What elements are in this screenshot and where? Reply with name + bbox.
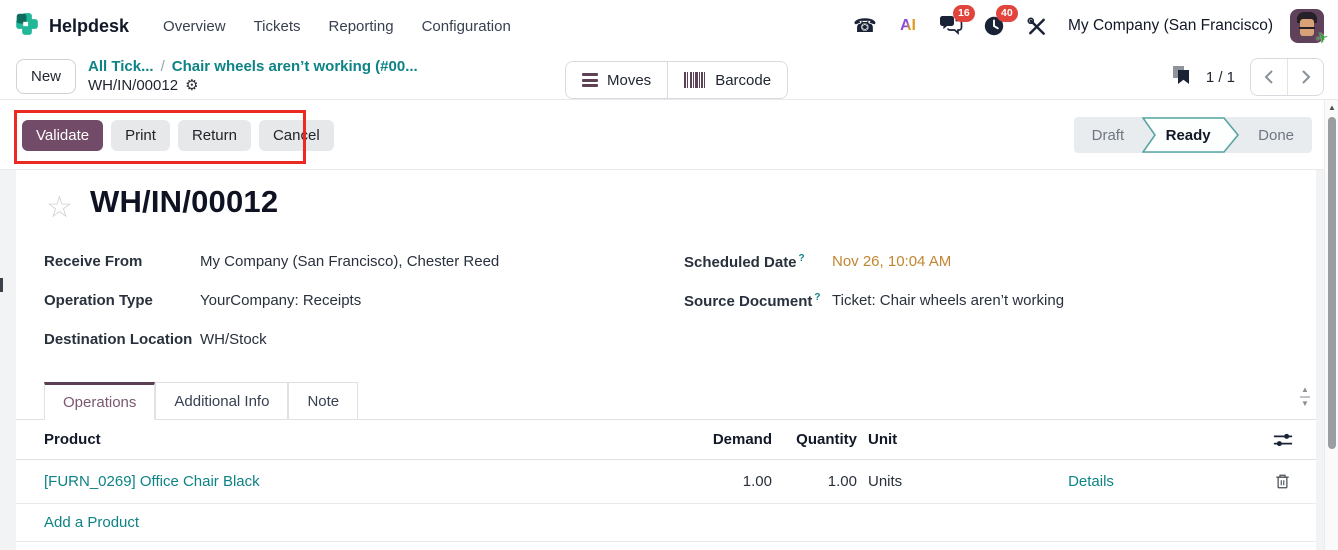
fields-right-column: Scheduled Date? Nov 26, 10:04 AM Source … — [684, 242, 1304, 320]
chevron-left-icon — [1264, 70, 1274, 84]
scrollbar-thumb[interactable] — [1328, 117, 1336, 449]
main-menu: Overview Tickets Reporting Configuration — [151, 11, 523, 42]
pager — [1250, 58, 1324, 96]
tab-operations[interactable]: Operations — [44, 382, 155, 420]
operations-table-header: Product Demand Quantity Unit — [16, 420, 1316, 460]
quantity-cell[interactable]: 1.00 — [776, 460, 857, 503]
activities-icon[interactable]: 40 — [980, 11, 1008, 41]
form-status-bar: Validate Print Return Cancel Draft Ready… — [0, 100, 1338, 170]
destination-location-value[interactable]: WH/Stock — [200, 331, 267, 348]
messages-badge: 16 — [953, 5, 975, 22]
trash-icon — [1275, 473, 1290, 490]
product-link[interactable]: [FURN_0269] Office Chair Black — [44, 473, 260, 490]
user-avatar[interactable]: ✈ — [1290, 9, 1324, 43]
breadcrumb-all-tickets[interactable]: All Tick... — [88, 57, 154, 76]
column-header-unit: Unit — [868, 420, 998, 459]
demand-cell[interactable]: 1.00 — [656, 460, 772, 503]
menu-overview[interactable]: Overview — [151, 11, 238, 42]
unit-cell: Units — [868, 460, 998, 503]
tab-additional-info[interactable]: Additional Info — [155, 382, 288, 419]
barcode-icon — [684, 72, 706, 88]
pager-value[interactable]: 1 / 1 — [1206, 69, 1235, 86]
column-header-quantity: Quantity — [776, 420, 857, 459]
vertical-scrollbar[interactable]: ▲ — [1324, 100, 1338, 550]
receive-from-value[interactable]: My Company (San Francisco), Chester Reed — [200, 253, 499, 270]
help-tooltip-icon: ? — [814, 292, 820, 303]
operation-type-label: Operation Type — [44, 292, 200, 309]
destination-location-label: Destination Location — [44, 331, 200, 348]
debug-tools-icon[interactable] — [1023, 11, 1051, 41]
helpdesk-logo-icon — [14, 11, 40, 41]
notebook-scroll-widget: ▲ ▼ — [1298, 386, 1312, 408]
menu-configuration[interactable]: Configuration — [410, 11, 523, 42]
return-button[interactable]: Return — [178, 120, 251, 151]
add-line-row: Add a Product — [16, 504, 1316, 542]
breadcrumb-current-record: WH/IN/00012 — [88, 76, 178, 95]
optional-columns-icon[interactable] — [1268, 420, 1298, 459]
scroll-down-icon[interactable]: ▼ — [1301, 400, 1309, 408]
column-header-demand: Demand — [656, 420, 772, 459]
status-step-draft[interactable]: Draft — [1074, 127, 1143, 144]
details-link[interactable]: Details — [1068, 473, 1114, 490]
app-name: Helpdesk — [49, 16, 129, 37]
moves-button[interactable]: Moves — [566, 62, 667, 98]
favorite-star-icon[interactable]: ☆ — [46, 190, 73, 225]
notebook-tabs: Operations Additional Info Note — [16, 382, 1316, 420]
top-navbar: Helpdesk Overview Tickets Reporting Conf… — [0, 0, 1338, 52]
add-a-product-link[interactable]: Add a Product — [44, 514, 139, 531]
form-sheet: ☆ WH/IN/00012 Receive From My Company (S… — [16, 170, 1316, 550]
avatar-glasses — [1299, 23, 1315, 29]
print-button[interactable]: Print — [111, 120, 170, 151]
scrollbar-up-arrow-icon[interactable]: ▲ — [1325, 103, 1338, 112]
control-panel: New All Tick... / Chair wheels aren’t wo… — [0, 52, 1338, 100]
breadcrumb-separator: / — [161, 57, 165, 76]
source-document-value[interactable]: Ticket: Chair wheels aren’t working — [832, 292, 1064, 309]
validate-button[interactable]: Validate — [22, 120, 103, 151]
barcode-button[interactable]: Barcode — [667, 62, 787, 98]
app-switcher[interactable]: Helpdesk — [14, 11, 129, 41]
cancel-button[interactable]: Cancel — [259, 120, 334, 151]
tab-note[interactable]: Note — [288, 382, 358, 419]
wrench-screwdriver-icon — [1026, 16, 1047, 37]
column-header-product: Product — [44, 420, 644, 459]
scroll-dash — [1300, 396, 1310, 398]
voip-phone-icon[interactable]: ☎ — [851, 11, 879, 41]
scheduled-date-value[interactable]: Nov 26, 10:04 AM — [832, 253, 951, 270]
bookmark-icon[interactable] — [1171, 65, 1191, 89]
help-tooltip-icon: ? — [799, 253, 805, 264]
chevron-right-icon — [1301, 70, 1311, 84]
fields-left-column: Receive From My Company (San Francisco),… — [44, 242, 644, 359]
messages-icon[interactable]: 16 — [937, 11, 965, 41]
out-of-office-plane-icon: ✈ — [1315, 28, 1331, 48]
operation-type-value[interactable]: YourCompany: Receipts — [200, 292, 361, 309]
source-document-label: Source Document? — [684, 292, 832, 310]
pipeline-statusbar: Draft Ready Done — [1074, 117, 1312, 153]
new-button[interactable]: New — [16, 59, 76, 94]
pager-next-button[interactable] — [1287, 59, 1323, 95]
ai-icon[interactable]: AI — [894, 11, 922, 41]
scheduled-date-label: Scheduled Date? — [684, 253, 832, 271]
scroll-up-icon[interactable]: ▲ — [1301, 386, 1309, 394]
receive-from-label: Receive From — [44, 253, 200, 270]
breadcrumb-ticket[interactable]: Chair wheels aren’t working (#00... — [172, 57, 418, 76]
record-title: WH/IN/00012 — [90, 184, 278, 220]
status-step-done[interactable]: Done — [1240, 127, 1312, 144]
systray: ☎ AI 16 40 My Company (San Francisco) — [851, 9, 1324, 43]
list-icon — [582, 73, 598, 87]
smart-buttons: Moves Barcode — [565, 61, 788, 99]
delete-row-button[interactable] — [1262, 460, 1302, 503]
breadcrumb: All Tick... / Chair wheels aren’t workin… — [88, 57, 418, 95]
left-edge-marker — [0, 278, 3, 292]
company-switcher[interactable]: My Company (San Francisco) — [1068, 17, 1273, 35]
action-gear-icon[interactable]: ⚙ — [185, 76, 198, 95]
activities-badge: 40 — [996, 5, 1018, 22]
table-row: [FURN_0269] Office Chair Black 1.00 1.00… — [16, 460, 1316, 504]
pager-previous-button[interactable] — [1251, 59, 1287, 95]
menu-reporting[interactable]: Reporting — [317, 11, 406, 42]
status-step-ready[interactable]: Ready — [1142, 117, 1240, 153]
menu-tickets[interactable]: Tickets — [242, 11, 313, 42]
